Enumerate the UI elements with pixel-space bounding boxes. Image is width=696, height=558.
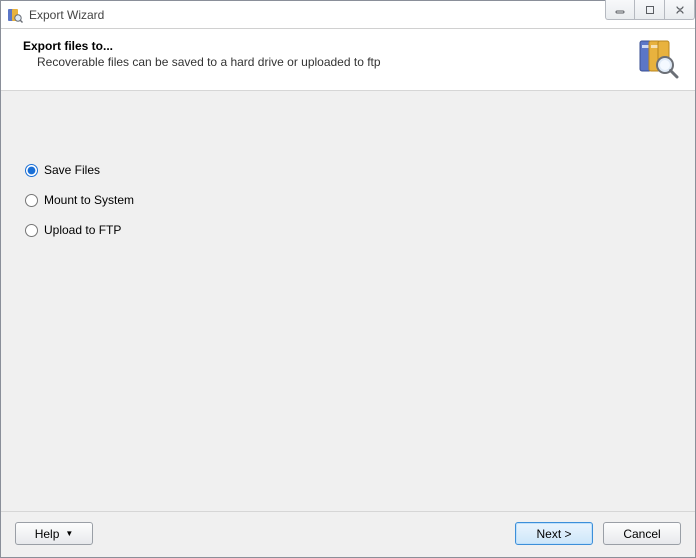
close-icon [674,4,686,16]
help-button[interactable]: Help ▼ [15,522,93,545]
footer-right-group: Next > Cancel [515,522,681,545]
app-icon [7,7,23,23]
close-button[interactable] [665,0,695,20]
radio-upload-to-ftp[interactable] [25,224,38,237]
window-controls [605,0,695,20]
option-mount-to-system-label: Mount to System [44,193,134,207]
option-save-files[interactable]: Save Files [25,163,675,177]
next-button-label: Next > [536,527,571,541]
header-books-search-icon [637,37,679,79]
next-button[interactable]: Next > [515,522,593,545]
wizard-header-texts: Export files to... Recoverable files can… [23,39,629,69]
help-button-label: Help [35,527,60,541]
option-save-files-label: Save Files [44,163,100,177]
radio-save-files[interactable] [25,164,38,177]
maximize-button[interactable] [635,0,665,20]
minimize-icon [614,4,626,16]
wizard-header-subtitle: Recoverable files can be saved to a hard… [37,55,629,69]
window-title: Export Wizard [29,8,104,22]
option-upload-to-ftp[interactable]: Upload to FTP [25,223,675,237]
titlebar: Export Wizard [1,1,695,29]
radio-mount-to-system[interactable] [25,194,38,207]
maximize-icon [644,4,656,16]
wizard-header: Export files to... Recoverable files can… [1,29,695,91]
cancel-button-label: Cancel [623,527,660,541]
option-upload-to-ftp-label: Upload to FTP [44,223,121,237]
wizard-content: Save Files Mount to System Upload to FTP [1,91,695,511]
wizard-footer: Help ▼ Next > Cancel [1,511,695,557]
export-option-group: Save Files Mount to System Upload to FTP [25,163,675,237]
cancel-button[interactable]: Cancel [603,522,681,545]
export-wizard-window: Export Wizard Export files to... R [0,0,696,558]
wizard-header-title: Export files to... [23,39,629,53]
minimize-button[interactable] [605,0,635,20]
option-mount-to-system[interactable]: Mount to System [25,193,675,207]
chevron-down-icon: ▼ [65,530,73,538]
